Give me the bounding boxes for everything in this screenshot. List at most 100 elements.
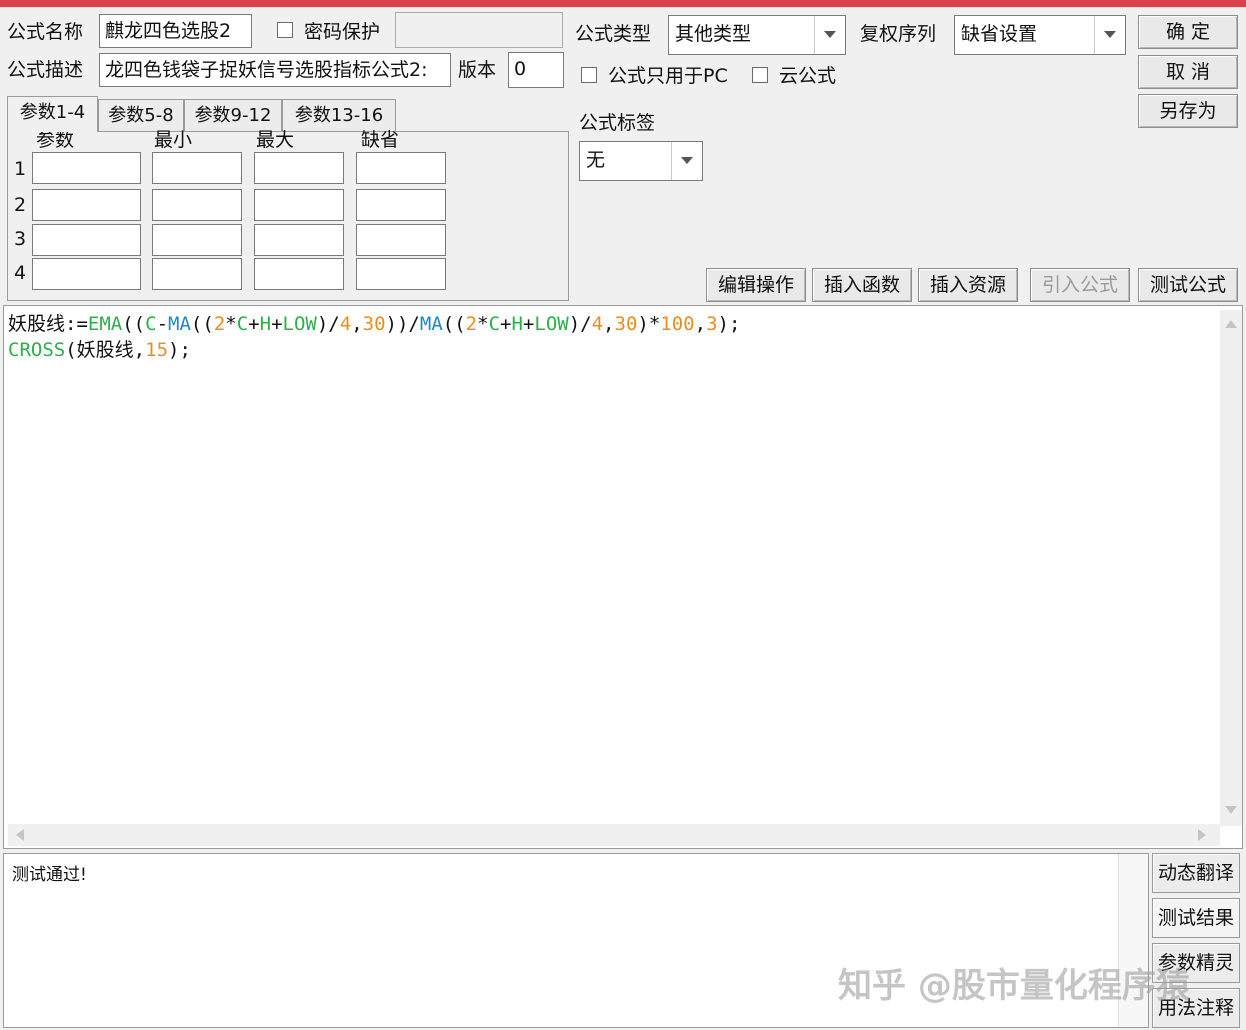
tab-params-5-8[interactable]: 参数5-8 bbox=[98, 99, 184, 131]
code-token: LOW bbox=[534, 313, 569, 335]
param-name-input[interactable] bbox=[32, 258, 141, 290]
code-token: )/ bbox=[568, 313, 592, 335]
code-token: + bbox=[248, 313, 260, 335]
param-header-max: 最大 bbox=[256, 129, 295, 151]
rights-series-select[interactable]: 缺省设置 bbox=[954, 15, 1126, 55]
ok-button[interactable]: 确 定 bbox=[1138, 15, 1238, 49]
import-formula-button[interactable]: 引入公式 bbox=[1030, 268, 1130, 302]
param-max-input[interactable] bbox=[254, 224, 344, 256]
rights-series-value: 缺省设置 bbox=[961, 23, 1038, 45]
scroll-up-icon[interactable] bbox=[1225, 320, 1237, 328]
code-token: CROSS bbox=[8, 339, 66, 361]
formula-name-label: 公式名称 bbox=[7, 21, 84, 43]
code-token: + bbox=[500, 313, 512, 335]
param-row-number: 1 bbox=[13, 158, 27, 180]
cloud-formula-checkbox[interactable] bbox=[752, 67, 768, 83]
code-line: CROSS(妖股线,15); bbox=[8, 337, 740, 363]
code-token: 2 bbox=[465, 313, 478, 335]
formula-desc-label: 公式描述 bbox=[7, 59, 84, 81]
formula-type-value: 其他类型 bbox=[675, 23, 752, 45]
chevron-down-icon[interactable] bbox=[671, 142, 702, 180]
cloud-formula-label: 云公式 bbox=[779, 65, 837, 87]
scroll-left-icon[interactable] bbox=[16, 829, 24, 841]
horizontal-scrollbar[interactable] bbox=[8, 824, 1220, 846]
formula-tag-value: 无 bbox=[586, 149, 606, 171]
code-token: C bbox=[236, 313, 249, 335]
param-min-input[interactable] bbox=[152, 258, 242, 290]
param-max-input[interactable] bbox=[254, 258, 344, 290]
dynamic-translate-button[interactable]: 动态翻译 bbox=[1152, 853, 1240, 893]
code-token: MA bbox=[419, 313, 443, 335]
code-token: LOW bbox=[282, 313, 317, 335]
code-token: , bbox=[603, 313, 615, 335]
param-min-input[interactable] bbox=[152, 189, 242, 221]
code-token: - bbox=[156, 313, 169, 335]
param-max-input[interactable] bbox=[254, 152, 344, 184]
code-token: 15 bbox=[145, 339, 169, 361]
test-formula-button[interactable]: 测试公式 bbox=[1138, 268, 1238, 302]
code-token: C bbox=[488, 313, 501, 335]
code-token: + bbox=[522, 313, 535, 335]
scroll-right-icon[interactable] bbox=[1198, 829, 1206, 841]
code-line: 妖股线:=EMA((C-MA((2*C+H+LOW)/4,30))/MA((2*… bbox=[8, 311, 740, 337]
formula-tag-select[interactable]: 无 bbox=[579, 141, 703, 181]
vertical-scrollbar[interactable] bbox=[1220, 310, 1242, 826]
pc-only-checkbox[interactable] bbox=[581, 67, 597, 83]
param-header-default: 缺省 bbox=[361, 129, 400, 151]
code-token: , bbox=[133, 339, 146, 361]
tab-params-13-16[interactable]: 参数13-16 bbox=[282, 99, 396, 131]
code-token: 4 bbox=[339, 313, 352, 335]
code-token: MA bbox=[168, 313, 191, 335]
watermark: 知乎 @股市量化程序猿 bbox=[838, 966, 1190, 1006]
formula-desc-input[interactable]: 龙四色钱袋子捉妖信号选股指标公式2: bbox=[99, 53, 451, 87]
version-input[interactable]: 0 bbox=[508, 52, 564, 88]
scroll-down-icon[interactable] bbox=[1225, 806, 1237, 814]
param-default-input[interactable] bbox=[356, 258, 446, 290]
tab-params-1-4[interactable]: 参数1-4 bbox=[7, 96, 98, 132]
param-name-input[interactable] bbox=[32, 224, 141, 256]
insert-resource-button[interactable]: 插入资源 bbox=[918, 268, 1018, 302]
code-text[interactable]: 妖股线:=EMA((C-MA((2*C+H+LOW)/4,30))/MA((2*… bbox=[8, 311, 740, 363]
param-default-input[interactable] bbox=[356, 189, 446, 221]
param-min-input[interactable] bbox=[152, 224, 242, 256]
param-default-input[interactable] bbox=[356, 152, 446, 184]
edit-ops-button[interactable]: 编辑操作 bbox=[706, 268, 806, 302]
code-token: (( bbox=[190, 313, 214, 335]
tab-params-9-12[interactable]: 参数9-12 bbox=[184, 99, 282, 131]
rights-series-label: 复权序列 bbox=[860, 23, 937, 45]
formula-type-select[interactable]: 其他类型 bbox=[668, 15, 846, 55]
chevron-down-icon[interactable] bbox=[814, 16, 845, 54]
save-as-button[interactable]: 另存为 bbox=[1138, 94, 1238, 128]
param-max-input[interactable] bbox=[254, 189, 344, 221]
password-protect-checkbox[interactable] bbox=[277, 22, 293, 38]
code-token: ); bbox=[717, 313, 741, 335]
code-token: )* bbox=[637, 313, 661, 335]
code-token: 妖股线 bbox=[76, 339, 134, 361]
test-result-button[interactable]: 测试结果 bbox=[1152, 898, 1240, 938]
param-row-number: 2 bbox=[13, 194, 27, 216]
code-token: H bbox=[511, 313, 523, 335]
param-name-input[interactable] bbox=[32, 189, 141, 221]
code-token: * bbox=[225, 313, 237, 335]
code-token: ))/ bbox=[385, 313, 420, 335]
param-row-number: 3 bbox=[13, 228, 27, 250]
code-token: (( bbox=[442, 313, 466, 335]
param-min-input[interactable] bbox=[152, 152, 242, 184]
version-label: 版本 bbox=[458, 59, 497, 81]
output-text: 测试通过! bbox=[12, 865, 87, 885]
insert-function-button[interactable]: 插入函数 bbox=[812, 268, 912, 302]
formula-type-label: 公式类型 bbox=[575, 23, 652, 45]
code-token: := bbox=[65, 313, 88, 335]
param-default-input[interactable] bbox=[356, 224, 446, 256]
cancel-button[interactable]: 取 消 bbox=[1138, 55, 1238, 89]
code-token: , bbox=[351, 313, 363, 335]
code-token: , bbox=[694, 313, 707, 335]
code-token: 30 bbox=[362, 313, 386, 335]
formula-name-input[interactable]: 麒龙四色选股2 bbox=[99, 14, 252, 48]
password-input bbox=[395, 12, 563, 48]
chevron-down-icon[interactable] bbox=[1094, 16, 1125, 54]
code-token: (( bbox=[122, 313, 146, 335]
code-editor[interactable]: 妖股线:=EMA((C-MA((2*C+H+LOW)/4,30))/MA((2*… bbox=[3, 305, 1243, 849]
param-name-input[interactable] bbox=[32, 152, 141, 184]
code-token: 30 bbox=[614, 313, 638, 335]
